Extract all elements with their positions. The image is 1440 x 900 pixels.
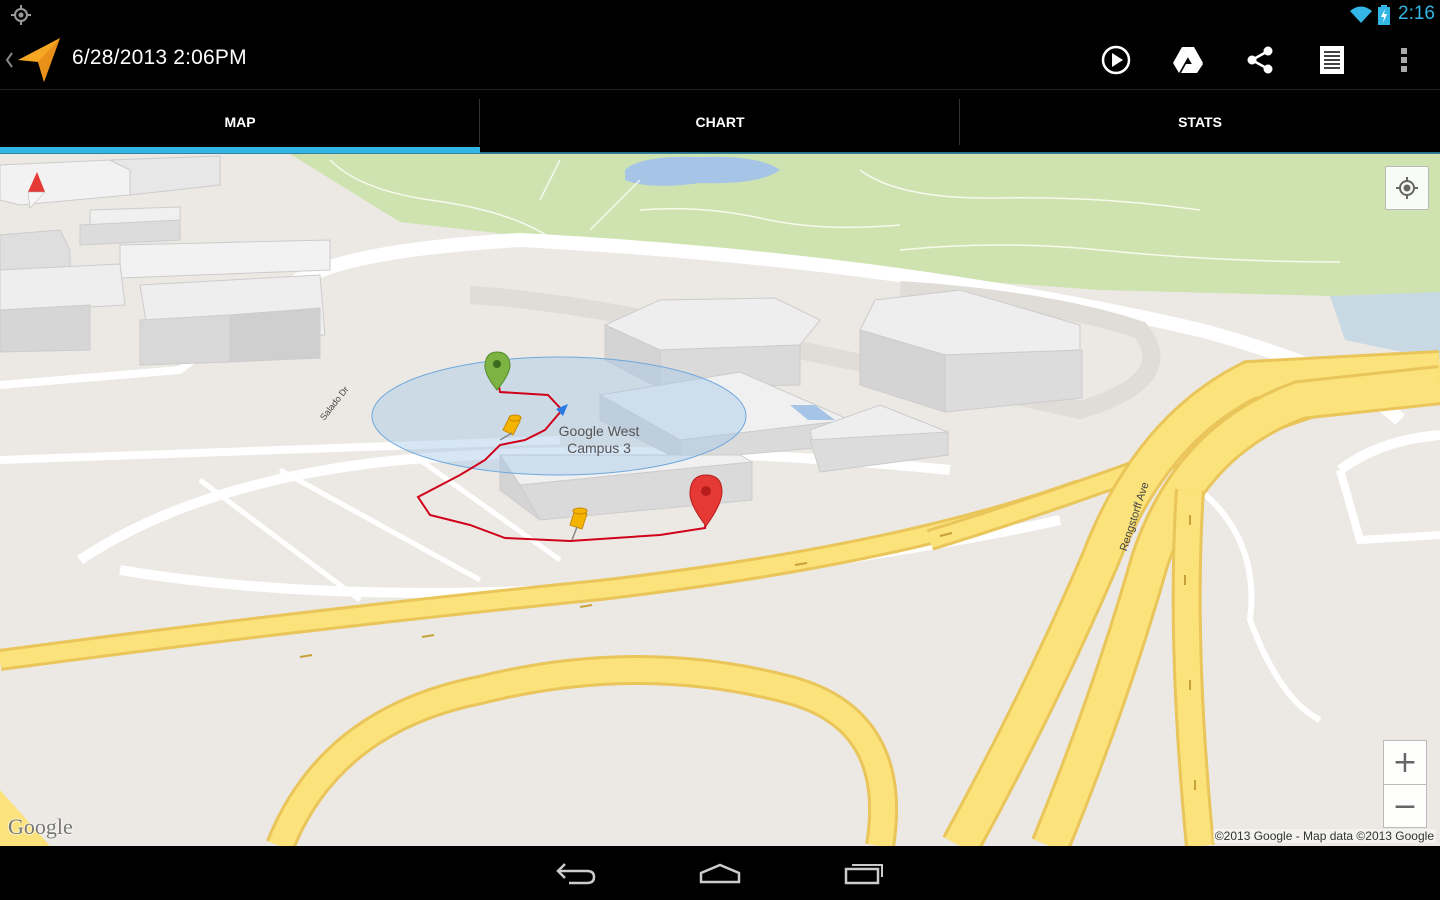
overflow-menu-button[interactable] <box>1384 40 1424 80</box>
my-location-icon <box>1396 177 1418 199</box>
recent-apps-button[interactable] <box>840 856 888 890</box>
back-button[interactable] <box>552 856 600 890</box>
share-icon <box>1247 46 1273 74</box>
end-marker <box>689 474 723 527</box>
action-bar: 6/28/2013 2:06PM <box>0 30 1440 90</box>
tab-bar: MAP CHART STATS <box>0 91 1440 154</box>
page-title: 6/28/2013 2:06PM <box>72 46 247 69</box>
overflow-icon <box>1401 48 1407 72</box>
map-view[interactable]: Google West Campus 3 Rengstorff Ave Sala… <box>0 154 1440 846</box>
drive-icon <box>1173 47 1203 73</box>
drive-button[interactable] <box>1168 40 1208 80</box>
place-label-text: Google West Campus 3 <box>558 423 640 456</box>
map-canvas[interactable] <box>0 154 1440 846</box>
zoom-in-button[interactable]: + <box>1383 740 1427 784</box>
tab-selected-indicator <box>0 147 480 153</box>
back-icon <box>556 863 596 885</box>
place-label: Google West Campus 3 <box>548 423 650 457</box>
clock: 2:16 <box>1398 3 1435 24</box>
buildings-left <box>0 155 331 366</box>
gps-icon <box>11 5 31 25</box>
recent-apps-icon <box>844 864 883 885</box>
home-icon <box>699 863 741 884</box>
play-icon <box>1101 45 1131 75</box>
tab-map[interactable]: MAP <box>0 91 480 153</box>
google-logo: Google <box>8 814 73 839</box>
home-button[interactable] <box>696 856 744 890</box>
my-location-button[interactable] <box>1385 166 1429 210</box>
play-button[interactable] <box>1096 40 1136 80</box>
water-area <box>1330 292 1440 360</box>
status-bar: 2:16 <box>0 0 1440 30</box>
navigation-bar <box>0 846 1440 900</box>
details-button[interactable] <box>1312 40 1352 80</box>
map-attribution: ©2013 Google - Map data ©2013 Google <box>1212 829 1436 843</box>
accuracy-circle <box>371 356 747 476</box>
list-icon <box>1320 46 1344 74</box>
zoom-out-button[interactable]: − <box>1383 784 1427 828</box>
up-caret-icon[interactable] <box>4 51 14 69</box>
battery-charging-icon <box>1378 5 1390 25</box>
wifi-icon <box>1350 6 1372 23</box>
share-button[interactable] <box>1240 40 1280 80</box>
tab-chart[interactable]: CHART <box>480 91 960 153</box>
tab-stats[interactable]: STATS <box>960 91 1440 153</box>
navigation-arrow-icon[interactable] <box>16 36 62 84</box>
